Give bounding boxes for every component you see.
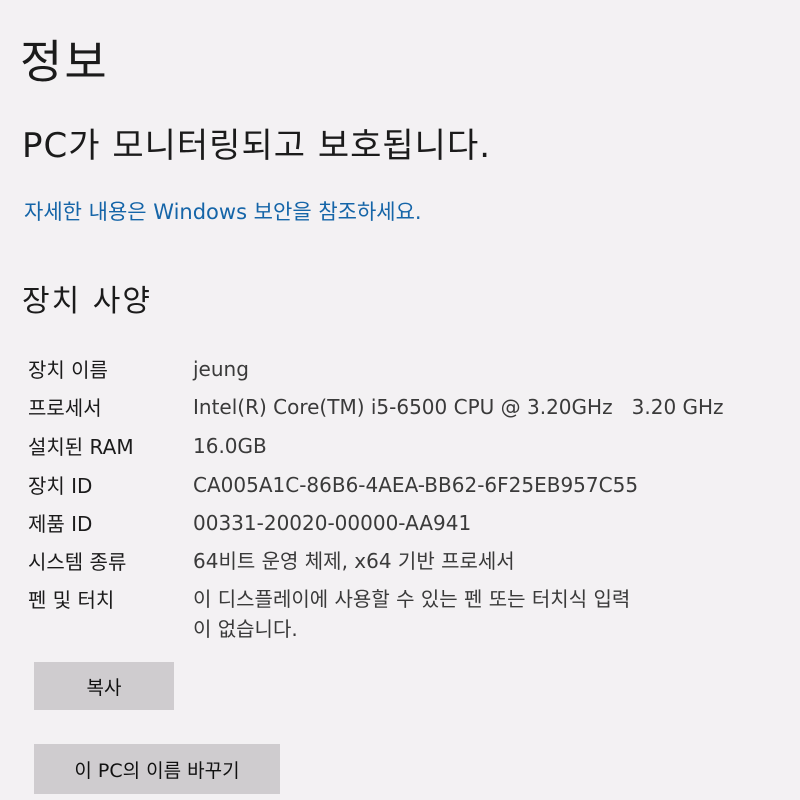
spec-row-pen-touch: 펜 및 터치 이 디스플레이에 사용할 수 있는 펜 또는 터치식 입력 이 없… xyxy=(28,584,768,654)
spec-label: 장치 ID xyxy=(28,474,93,498)
spec-value: 00331-20020-00000-AA941 xyxy=(193,511,472,535)
spec-label: 시스템 종류 xyxy=(28,550,127,574)
spec-value: Intel(R) Core(TM) i5-6500 CPU @ 3.20GHz … xyxy=(193,395,724,419)
windows-security-link[interactable]: 자세한 내용은 Windows 보안을 참조하세요. xyxy=(24,196,422,226)
spec-label: 설치된 RAM xyxy=(28,435,134,459)
spec-value: 이 디스플레이에 사용할 수 있는 펜 또는 터치식 입력 이 없습니다. xyxy=(193,587,631,641)
spec-value: 16.0GB xyxy=(193,434,267,458)
spec-value: 64비트 운영 체제, x64 기반 프로세서 xyxy=(193,549,515,573)
about-settings-page: 정보 PC가 모니터링되고 보호됩니다. 자세한 내용은 Windows 보안을… xyxy=(0,0,800,800)
copy-button[interactable]: 복사 xyxy=(34,662,174,710)
spec-value: jeung xyxy=(193,357,249,381)
spec-row-installed-ram: 설치된 RAM 16.0GB xyxy=(28,431,768,467)
device-specs-title: 장치 사양 xyxy=(22,284,152,319)
page-title: 정보 xyxy=(20,35,109,89)
spec-row-device-id: 장치 ID CA005A1C-86B6-4AEA-BB62-6F25EB957C… xyxy=(28,470,768,506)
spec-label: 프로세서 xyxy=(28,396,102,420)
spec-label: 펜 및 터치 xyxy=(28,588,115,612)
spec-row-system-type: 시스템 종류 64비트 운영 체제, x64 기반 프로세서 xyxy=(28,546,768,582)
spec-row-product-id: 제품 ID 00331-20020-00000-AA941 xyxy=(28,508,768,544)
spec-label: 장치 이름 xyxy=(28,358,108,382)
spec-label: 제품 ID xyxy=(28,512,93,536)
spec-row-processor: 프로세서 Intel(R) Core(TM) i5-6500 CPU @ 3.2… xyxy=(28,392,768,428)
spec-row-device-name: 장치 이름 jeung xyxy=(28,354,768,390)
protection-status-text: PC가 모니터링되고 보호됩니다. xyxy=(22,126,492,166)
spec-value: CA005A1C-86B6-4AEA-BB62-6F25EB957C55 xyxy=(193,473,639,497)
rename-pc-button[interactable]: 이 PC의 이름 바꾸기 xyxy=(34,744,280,794)
